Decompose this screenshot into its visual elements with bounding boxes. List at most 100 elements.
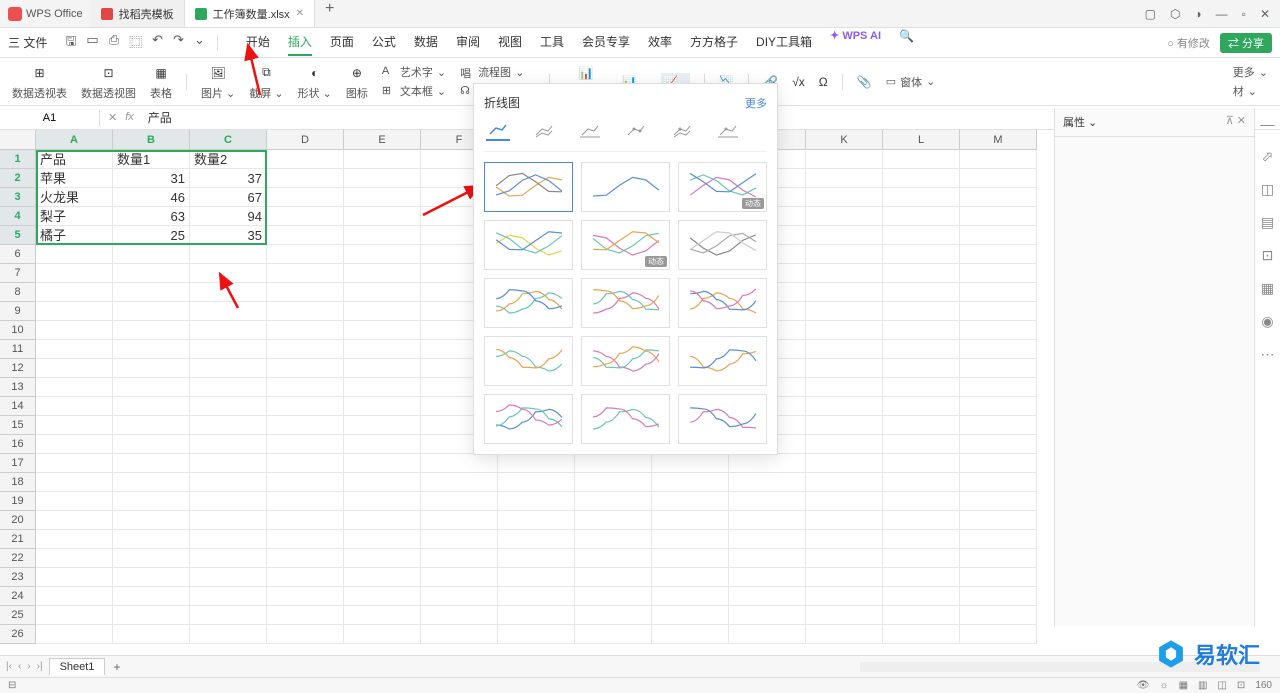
- tab-diy[interactable]: DIY工具箱: [756, 29, 812, 56]
- chart-thumbnail[interactable]: [678, 336, 767, 386]
- cell[interactable]: [883, 378, 960, 397]
- rail-help-icon[interactable]: ◉: [1261, 313, 1273, 330]
- cell[interactable]: [498, 606, 575, 625]
- cell[interactable]: [729, 549, 806, 568]
- cell[interactable]: [806, 188, 883, 207]
- cell[interactable]: [421, 549, 498, 568]
- cell[interactable]: [498, 549, 575, 568]
- formula-value[interactable]: 产品: [142, 109, 172, 126]
- cell[interactable]: [190, 511, 267, 530]
- cell[interactable]: 数量2: [190, 150, 267, 169]
- cell[interactable]: [190, 245, 267, 264]
- view-normal-icon[interactable]: ▦: [1179, 680, 1188, 691]
- cell[interactable]: [960, 397, 1037, 416]
- line-type-6[interactable]: [716, 121, 740, 141]
- cancel-icon[interactable]: ✕: [108, 111, 117, 124]
- flowchart-button[interactable]: 唱流程图 ⌄: [460, 64, 535, 80]
- cell[interactable]: [190, 378, 267, 397]
- cell[interactable]: [190, 359, 267, 378]
- line-type-2[interactable]: [532, 121, 556, 141]
- cell[interactable]: [806, 625, 883, 644]
- row-header[interactable]: 19: [0, 492, 36, 511]
- cell[interactable]: [267, 397, 344, 416]
- row-header[interactable]: 14: [0, 397, 36, 416]
- cell[interactable]: [806, 416, 883, 435]
- cell[interactable]: [344, 549, 421, 568]
- cell[interactable]: [960, 625, 1037, 644]
- cell[interactable]: [190, 416, 267, 435]
- cell[interactable]: [190, 549, 267, 568]
- col-header[interactable]: L: [883, 130, 960, 150]
- chart-thumbnail[interactable]: [484, 336, 573, 386]
- row-header[interactable]: 10: [0, 321, 36, 340]
- col-header[interactable]: A: [36, 130, 113, 150]
- cell[interactable]: [960, 473, 1037, 492]
- cell[interactable]: [267, 625, 344, 644]
- cell[interactable]: [344, 625, 421, 644]
- cell[interactable]: [960, 207, 1037, 226]
- cell[interactable]: [575, 511, 652, 530]
- cell[interactable]: [113, 340, 190, 359]
- cell[interactable]: [113, 625, 190, 644]
- cell[interactable]: [190, 568, 267, 587]
- dropdown-icon[interactable]: ⌄: [194, 32, 205, 54]
- cell[interactable]: [344, 264, 421, 283]
- cell[interactable]: [267, 169, 344, 188]
- col-header[interactable]: E: [344, 130, 421, 150]
- more-button[interactable]: 更多 ⌄: [1233, 64, 1268, 80]
- cell[interactable]: [729, 568, 806, 587]
- cell[interactable]: [36, 549, 113, 568]
- cell[interactable]: [806, 549, 883, 568]
- cell[interactable]: [575, 492, 652, 511]
- pin-icon[interactable]: ⊼: [1226, 115, 1234, 127]
- add-sheet-button[interactable]: +: [105, 660, 128, 674]
- row-header[interactable]: 8: [0, 283, 36, 302]
- rail-layers-icon[interactable]: ▤: [1261, 214, 1274, 231]
- cell[interactable]: [960, 169, 1037, 188]
- layout-icon[interactable]: ▢: [1145, 7, 1156, 21]
- cell[interactable]: [190, 340, 267, 359]
- cell[interactable]: [113, 606, 190, 625]
- cell[interactable]: [267, 226, 344, 245]
- cell[interactable]: [960, 568, 1037, 587]
- cell[interactable]: [344, 606, 421, 625]
- cell[interactable]: [883, 473, 960, 492]
- preview-icon[interactable]: ⿴: [129, 32, 142, 54]
- cell[interactable]: [113, 568, 190, 587]
- col-header[interactable]: D: [267, 130, 344, 150]
- cell[interactable]: [806, 587, 883, 606]
- cell[interactable]: [421, 473, 498, 492]
- cell[interactable]: [883, 283, 960, 302]
- cell[interactable]: [883, 302, 960, 321]
- cell[interactable]: [36, 359, 113, 378]
- cell[interactable]: [267, 359, 344, 378]
- cell[interactable]: [883, 169, 960, 188]
- cell[interactable]: [421, 625, 498, 644]
- cell[interactable]: [806, 245, 883, 264]
- cell[interactable]: [575, 530, 652, 549]
- cell[interactable]: [806, 207, 883, 226]
- cell[interactable]: [113, 302, 190, 321]
- doc-tab-template[interactable]: 找稻壳模板: [91, 0, 185, 27]
- cell[interactable]: [36, 435, 113, 454]
- cell[interactable]: [806, 226, 883, 245]
- cell[interactable]: 火龙果: [36, 188, 113, 207]
- tab-view[interactable]: 视图: [498, 29, 522, 56]
- cell[interactable]: [344, 492, 421, 511]
- cell[interactable]: [806, 264, 883, 283]
- cell[interactable]: [652, 549, 729, 568]
- cell[interactable]: [806, 397, 883, 416]
- cell[interactable]: [960, 321, 1037, 340]
- cell[interactable]: [36, 245, 113, 264]
- tab-efficiency[interactable]: 效率: [648, 29, 672, 56]
- cell[interactable]: [806, 473, 883, 492]
- close-panel-icon[interactable]: ✕: [1237, 115, 1246, 127]
- cell[interactable]: [652, 606, 729, 625]
- cell[interactable]: [421, 587, 498, 606]
- cell[interactable]: [729, 454, 806, 473]
- cell[interactable]: [729, 473, 806, 492]
- cell[interactable]: [498, 511, 575, 530]
- cell[interactable]: [113, 530, 190, 549]
- row-header[interactable]: 13: [0, 378, 36, 397]
- chart-thumbnail[interactable]: 动态: [581, 220, 670, 270]
